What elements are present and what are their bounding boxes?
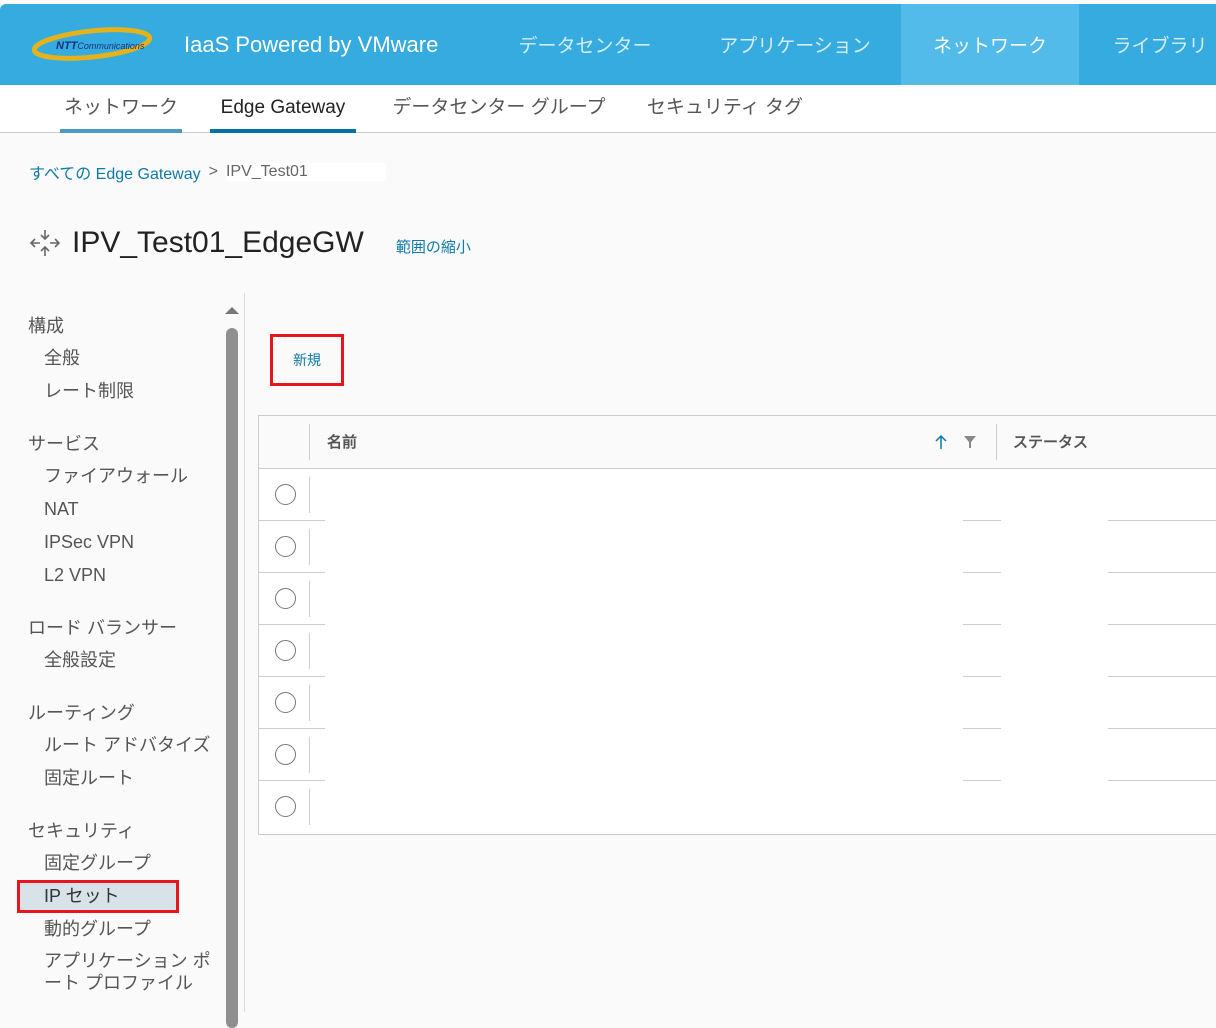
filter-icon[interactable]: [964, 436, 976, 448]
sidebar-item-firewall[interactable]: ファイアウォール: [0, 460, 222, 493]
sidebar: 構成 全般 レート制限 サービス ファイアウォール NAT IPSec VPN …: [0, 310, 222, 994]
svg-text:NTTCommunications: NTTCommunications: [56, 40, 145, 52]
sidebar-scrollbar[interactable]: [225, 300, 239, 1028]
column-separator: [996, 424, 997, 460]
new-button[interactable]: 新規: [270, 334, 344, 386]
sidebar-item-static-groups[interactable]: 固定グループ: [0, 847, 222, 880]
page-header: IPV_Test01_EdgeGW 範囲の縮小: [30, 226, 471, 260]
subtab-edge-gateway[interactable]: Edge Gateway: [210, 85, 356, 133]
sidebar-section-load-balancer: ロード バランサー: [28, 618, 178, 638]
column-separator: [309, 424, 310, 460]
column-separator: [309, 477, 310, 513]
breadcrumb-current: IPV_Test01: [225, 163, 386, 181]
row-radio[interactable]: [275, 692, 296, 713]
sidebar-item-ipsec-vpn[interactable]: IPSec VPN: [0, 526, 222, 559]
sub-nav: ネットワーク Edge Gateway データセンター グループ セキュリティ …: [0, 85, 1216, 133]
nav-network[interactable]: ネットワーク: [901, 4, 1079, 85]
sidebar-item-app-port-profiles-cont[interactable]: ート プロファイル: [0, 972, 222, 994]
table-row[interactable]: [259, 573, 1216, 625]
sidebar-item-dynamic-groups[interactable]: 動的グループ: [0, 913, 222, 946]
subtab-datacenter-group[interactable]: データセンター グループ: [385, 85, 613, 133]
page-title: IPV_Test01_EdgeGW: [72, 226, 364, 259]
table-row[interactable]: [259, 729, 1216, 781]
row-radio[interactable]: [275, 796, 296, 817]
column-separator: [309, 685, 310, 721]
top-header: NTTCommunications IaaS Powered by VMware…: [0, 4, 1216, 85]
row-radio[interactable]: [275, 744, 296, 765]
table-row[interactable]: [259, 469, 1216, 521]
column-header-status[interactable]: ステータス: [1013, 431, 1088, 452]
nav-datacenter[interactable]: データセンター: [495, 4, 675, 85]
subtab-network[interactable]: ネットワーク: [60, 85, 182, 133]
collapse-link[interactable]: 範囲の縮小: [396, 236, 471, 257]
column-separator: [309, 789, 310, 825]
sidebar-section-services: サービス: [28, 434, 100, 454]
breadcrumb: すべての Edge Gateway > IPV_Test01: [29, 160, 386, 184]
table-row[interactable]: [259, 781, 1216, 833]
column-separator: [309, 529, 310, 565]
column-header-name[interactable]: 名前: [327, 431, 357, 452]
table-row[interactable]: [259, 677, 1216, 729]
row-radio[interactable]: [275, 536, 296, 557]
sidebar-item-static-routes[interactable]: 固定ルート: [0, 762, 222, 795]
sidebar-item-l2-vpn[interactable]: L2 VPN: [0, 559, 222, 592]
grid-header: 名前 ステータス: [259, 416, 1216, 469]
column-separator: [309, 581, 310, 617]
row-radio[interactable]: [275, 588, 296, 609]
sidebar-section-config: 構成: [28, 316, 64, 336]
table-row[interactable]: [259, 521, 1216, 573]
row-radio[interactable]: [275, 484, 296, 505]
row-radio[interactable]: [275, 640, 296, 661]
scroll-up-icon[interactable]: [225, 304, 239, 316]
subtab-security-tag[interactable]: セキュリティ タグ: [640, 85, 810, 133]
sidebar-section-security: セキュリティ: [28, 821, 135, 841]
sidebar-section-routing: ルーティング: [28, 703, 135, 723]
nav-applications[interactable]: アプリケーション: [700, 4, 890, 85]
ip-set-grid: 名前 ステータス: [258, 415, 1216, 835]
sort-ascending-icon[interactable]: [935, 434, 947, 450]
breadcrumb-parent[interactable]: すべての Edge Gateway: [29, 160, 201, 184]
sidebar-item-ip-sets[interactable]: IP セット: [17, 880, 179, 913]
sidebar-item-rate-limit[interactable]: レート制限: [0, 375, 222, 408]
table-row[interactable]: [259, 625, 1216, 677]
nav-library[interactable]: ライブラリ: [1090, 4, 1216, 85]
sidebar-item-lb-general[interactable]: 全般設定: [0, 644, 222, 677]
sidebar-item-app-port-profiles[interactable]: アプリケーション ポ: [0, 950, 222, 972]
sidebar-item-general[interactable]: 全般: [0, 342, 222, 375]
sidebar-item-route-advertisement[interactable]: ルート アドバタイズ: [0, 729, 222, 762]
column-separator: [309, 633, 310, 669]
scrollbar-thumb[interactable]: [226, 328, 238, 1028]
sidebar-item-nat[interactable]: NAT: [0, 493, 222, 526]
chevron-right-icon: >: [208, 163, 218, 180]
ntt-logo: NTTCommunications: [32, 27, 153, 61]
collapse-arrows-icon: [30, 230, 60, 256]
app-title: IaaS Powered by VMware: [184, 32, 439, 57]
column-separator: [309, 737, 310, 773]
